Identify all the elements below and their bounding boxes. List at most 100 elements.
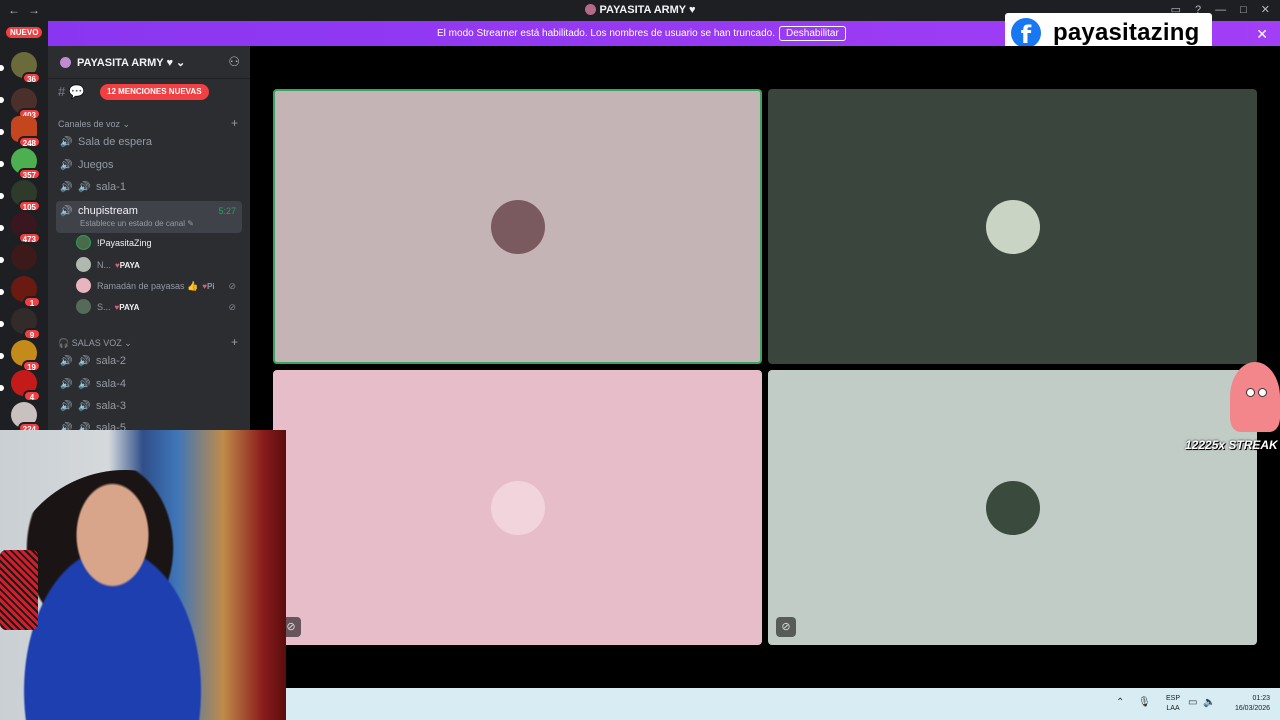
- speaker-icon: 🔊: [60, 206, 73, 217]
- minimize-icon[interactable]: —: [1215, 4, 1226, 16]
- channel-status[interactable]: Establece un estado de canal ✎: [80, 219, 194, 229]
- participant-avatar: [985, 199, 1040, 254]
- voice-user[interactable]: S... PAYA ⊘: [76, 297, 246, 317]
- add-channel-icon[interactable]: +: [231, 116, 238, 130]
- unread-count: 36: [22, 72, 41, 84]
- voice-user[interactable]: Ramadán de payasas 👍Pi ⊘: [76, 276, 246, 296]
- channel-label: Juegos: [78, 159, 114, 171]
- server-icon: [584, 4, 596, 15]
- unread-count: 357: [17, 168, 41, 180]
- webcam-overlay: [0, 430, 286, 720]
- invite-icon[interactable]: ⚇: [228, 54, 240, 70]
- unread-count: 1: [23, 296, 41, 308]
- close-window-icon[interactable]: ✕: [1261, 4, 1270, 16]
- voice-user[interactable]: N...PAYA: [76, 255, 246, 275]
- server-header[interactable]: PAYASITA ARMY ♥ ⌄ ⚇: [48, 46, 250, 79]
- text-channel-row[interactable]: # 💬: [58, 84, 85, 100]
- unread-pip: [0, 97, 4, 103]
- participant-tile[interactable]: ⊘: [768, 370, 1257, 645]
- microphone-figure: [0, 550, 38, 630]
- server-icon-1[interactable]: 36: [11, 52, 41, 84]
- headphones-icon: 🎧: [58, 338, 70, 348]
- chevron-up-icon[interactable]: ⌃: [1116, 697, 1124, 708]
- microphone-icon[interactable]: 🎙: [1138, 697, 1151, 708]
- speaker-icon: 🔊: [60, 356, 73, 367]
- role-tag: Pi: [202, 282, 214, 291]
- participant-avatar: [985, 480, 1040, 535]
- participant-tile[interactable]: ⊘: [273, 370, 762, 645]
- server-icon-11[interactable]: 4: [11, 370, 41, 402]
- sticker-eye: [1258, 388, 1267, 397]
- server-icon-10[interactable]: 19: [11, 340, 41, 372]
- server-name: PAYASITA ARMY ♥ ⌄: [77, 57, 186, 69]
- unread-count: 9: [23, 328, 41, 340]
- channel-label: sala-3: [96, 400, 126, 412]
- banner-text: El modo Streamer está habilitado. Los no…: [437, 28, 775, 39]
- voice-user[interactable]: !PayasitaZing: [76, 233, 246, 253]
- server-icon-5[interactable]: 105: [11, 180, 41, 212]
- new-mentions-badge[interactable]: 12 MENCIONES NUEVAS: [100, 84, 209, 100]
- unread-pip: [0, 385, 4, 391]
- facebook-icon: f: [1011, 18, 1041, 49]
- banner-close-icon[interactable]: ✕: [1256, 26, 1268, 43]
- unread-count: 248: [17, 136, 41, 148]
- taskbar: ⌃ 🎙 ESP LAA ▭ 🔈 01:23 16/03/2026: [286, 688, 1280, 720]
- voice-channel-sala-5[interactable]: 🔊 🔊 sala-5: [56, 418, 242, 430]
- user-name: !PayasitaZing: [97, 238, 152, 248]
- server-list: NUEVO 36 403 248 357 105 473 1 9 19 4 22…: [0, 21, 48, 430]
- speaker-icon: 🔊: [60, 401, 73, 412]
- speaker-icon: 🔊: [78, 182, 91, 193]
- server-icon-6[interactable]: 473: [11, 212, 41, 244]
- network-icon[interactable]: ▭: [1188, 697, 1197, 708]
- speaker-icon: 🔊: [60, 137, 73, 148]
- server-icon-9[interactable]: 9: [11, 308, 41, 340]
- unread-pip: [0, 353, 4, 359]
- voice-category[interactable]: Canales de voz ⌄: [58, 119, 130, 130]
- server-icon-8[interactable]: 1: [11, 276, 41, 308]
- voice-channel-sala-2[interactable]: 🔊 🔊 sala-2: [56, 351, 242, 371]
- clock-time: 01:23: [1252, 695, 1270, 702]
- voice-channel-sala-1[interactable]: 🔊 🔊 sala-1: [56, 177, 242, 197]
- server-icon-2[interactable]: 403: [11, 88, 41, 120]
- unread-pip: [0, 257, 4, 263]
- voice-channel-sala-de-espera[interactable]: 🔊 Sala de espera: [56, 132, 242, 152]
- server-name-text: PAYASITA ARMY: [77, 57, 164, 69]
- voice-channel-chupistream[interactable]: 🔊 chupistream 5:27 Establece un estado de…: [56, 201, 242, 233]
- clock[interactable]: 01:23 16/03/2026: [1235, 694, 1270, 714]
- speaker-icon: 🔊: [60, 160, 73, 171]
- volume-icon[interactable]: 🔈: [1203, 697, 1215, 708]
- maximize-icon[interactable]: □: [1240, 4, 1247, 16]
- muted-icon: ⊘: [776, 617, 796, 637]
- disable-streamer-button[interactable]: Deshabilitar: [779, 26, 846, 41]
- unread-pip: [0, 193, 4, 199]
- new-badge: NUEVO: [6, 27, 43, 38]
- unread-pip: [0, 161, 4, 167]
- participant-tile[interactable]: ⊘: [273, 89, 762, 364]
- facebook-handle: payasitazing: [1053, 19, 1200, 46]
- channel-status-text: Establece un estado de canal: [80, 219, 185, 228]
- unread-pip: [0, 129, 4, 135]
- unread-count: 4: [23, 390, 41, 402]
- server-icon-3[interactable]: 248: [11, 116, 41, 148]
- speaker-icon: 🔊: [78, 379, 91, 390]
- voice-stage: ⊘ ⊘ ⊘ ⊘: [250, 46, 1280, 688]
- avatar: [76, 299, 91, 314]
- speaker-icon: 🔊: [60, 423, 73, 430]
- call-duration: 5:27: [218, 206, 236, 216]
- add-channel-icon[interactable]: +: [231, 335, 238, 349]
- deafened-icon: ⊘: [228, 281, 236, 291]
- server-icon-12[interactable]: 224: [11, 402, 41, 430]
- language-indicator[interactable]: ESP LAA: [1166, 694, 1180, 714]
- voice-channel-sala-4[interactable]: 🔊 🔊 sala-4: [56, 374, 242, 394]
- unread-pip: [0, 321, 4, 327]
- avatar: [76, 278, 91, 293]
- unread-pip: [0, 289, 4, 295]
- unread-count: 473: [17, 232, 41, 244]
- salas-category[interactable]: 🎧 SALAS VOZ ⌄: [58, 338, 132, 349]
- participant-avatar: [490, 480, 545, 535]
- voice-channel-juegos[interactable]: 🔊 Juegos: [56, 155, 242, 175]
- voice-channel-sala-3[interactable]: 🔊 🔊 sala-3: [56, 396, 242, 416]
- server-icon-4[interactable]: 357: [11, 148, 41, 180]
- server-icon-7[interactable]: [11, 244, 37, 270]
- participant-tile[interactable]: ⊘: [768, 89, 1257, 364]
